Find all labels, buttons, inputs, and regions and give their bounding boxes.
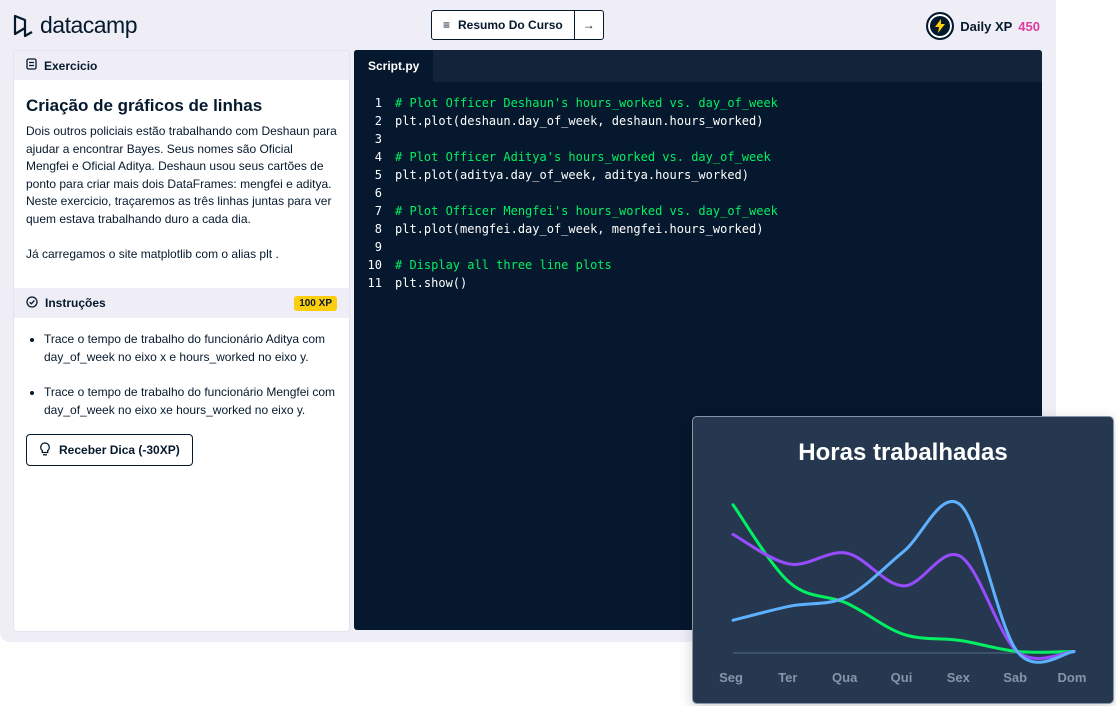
exercise-description: Dois outros policiais estão trabalhando …	[26, 124, 337, 226]
line-number: 2	[374, 114, 382, 128]
code-line[interactable]: 6	[354, 184, 1042, 202]
line-number: 4	[374, 150, 382, 164]
code-comment: # Plot Officer Mengfei's hours_worked vs…	[395, 204, 778, 218]
datacamp-logo-icon	[13, 14, 33, 37]
datacamp-logo[interactable]: datacamp	[12, 12, 138, 39]
x-tick-label: Dom	[1058, 670, 1087, 685]
course-summary-label: Resumo Do Curso	[458, 18, 563, 32]
x-tick-label: Qui	[891, 670, 913, 685]
top-bar: datacamp ← ≡ Resumo Do Curso → Daily XP …	[0, 0, 1056, 50]
document-icon	[26, 58, 37, 73]
x-tick-label: Qua	[832, 670, 858, 685]
code-line[interactable]: 9	[354, 238, 1042, 256]
instruction-item: Trace o tempo de trabalho do funcionário…	[44, 331, 337, 366]
xp-label: Daily XP	[960, 18, 1013, 34]
menu-icon: ≡	[443, 18, 451, 32]
code-line[interactable]: 10 # Display all three line plots	[354, 256, 1042, 274]
next-button[interactable]: →	[573, 11, 603, 39]
hint-button[interactable]: Receber Dica (-30XP)	[26, 434, 193, 466]
x-tick-label: Sex	[947, 670, 971, 685]
code-comment: # Display all three line plots	[395, 258, 612, 272]
exercise-body: Criação de gráficos de linhas Dois outro…	[14, 80, 349, 263]
xp-value: 450	[1018, 18, 1040, 34]
exercise-title: Criação de gráficos de linhas	[26, 96, 263, 115]
editor-tab-bar: Script.py	[354, 50, 1042, 82]
check-circle-icon	[26, 295, 38, 311]
x-tick-label: Sab	[1003, 670, 1027, 685]
line-number: 3	[374, 132, 382, 146]
tab-script-py[interactable]: Script.py	[354, 50, 434, 82]
line-number: 10	[367, 258, 382, 272]
code-text: plt.plot(aditya.day_of_week, aditya.hour…	[395, 168, 750, 182]
line-number: 7	[374, 204, 382, 218]
series-line-0	[731, 503, 1076, 654]
logo-text: datacamp	[40, 12, 138, 38]
code-line[interactable]: 1 # Plot Officer Deshaun's hours_worked v…	[354, 94, 1042, 112]
exercise-panel: Exercicio Criação de gráficos de linhas …	[13, 50, 350, 632]
instructions-list: Trace o tempo de trabalho do funcionário…	[14, 331, 349, 437]
exercise-note: Já carregamos o site matplotlib com o al…	[26, 246, 279, 261]
line-number: 1	[374, 96, 382, 110]
hint-button-label: Receber Dica (-30XP)	[59, 443, 180, 457]
instructions-header: Instruções 100 XP	[14, 288, 349, 318]
series-line-2	[731, 500, 1076, 664]
exercise-header: Exercicio	[14, 51, 349, 80]
chart-card: Horas trabalhadas Seg Ter Qua Qui Sex Sab Dom	[692, 416, 1114, 704]
code-area[interactable]: 1 # Plot Officer Deshaun's hours_worked v…	[354, 82, 1042, 292]
line-chart: Seg Ter Qua Qui Sex Sab Dom	[719, 500, 1087, 685]
line-number: 11	[367, 276, 382, 290]
code-line[interactable]: 5 plt.plot(aditya.day_of_week, aditya.hou…	[354, 166, 1042, 184]
x-tick-label: Seg	[719, 670, 743, 685]
line-number: 5	[374, 168, 382, 182]
code-line[interactable]: 3	[354, 130, 1042, 148]
code-line[interactable]: 11 plt.show()	[354, 274, 1042, 292]
code-line[interactable]: 7 # Plot Officer Mengfei's hours_worked v…	[354, 202, 1042, 220]
xp-chip: 100 XP	[294, 295, 337, 311]
arrow-right-icon: →	[582, 18, 595, 32]
code-line[interactable]: 4 # Plot Officer Aditya's hours_worked vs…	[354, 148, 1042, 166]
daily-xp[interactable]: Daily XP 450	[926, 12, 1040, 40]
line-number: 9	[374, 240, 382, 254]
instructions-section-label: Instruções	[45, 296, 106, 310]
code-comment: # Plot Officer Aditya's hours_worked vs.…	[395, 150, 771, 164]
course-summary-button[interactable]: ≡ Resumo Do Curso	[432, 11, 574, 39]
code-line[interactable]: 8 plt.plot(mengfei.day_of_week, mengfei.h…	[354, 220, 1042, 238]
line-number: 8	[374, 222, 382, 236]
course-navigation: ← ≡ Resumo Do Curso →	[431, 10, 604, 40]
code-text: plt.show()	[395, 276, 468, 290]
code-text: plt.plot(deshaun.day_of_week, deshaun.ho…	[395, 114, 764, 128]
instruction-item: Trace o tempo de trabalho do funcionário…	[44, 384, 337, 419]
x-tick-label: Ter	[778, 670, 797, 685]
lightning-icon	[926, 12, 955, 40]
code-comment: # Plot Officer Deshaun's hours_worked vs…	[395, 96, 778, 110]
exercise-section-label: Exercicio	[44, 58, 98, 73]
line-number: 6	[374, 186, 382, 200]
lightbulb-icon	[39, 441, 51, 459]
code-text: plt.plot(mengfei.day_of_week, mengfei.ho…	[395, 222, 764, 236]
code-line[interactable]: 2 plt.plot(deshaun.day_of_week, deshaun.h…	[354, 112, 1042, 130]
